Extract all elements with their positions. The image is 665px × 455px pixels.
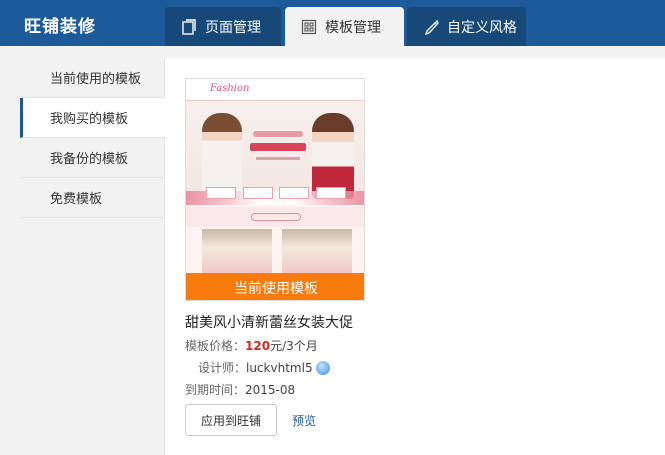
template-expire: 到期时间：2015-08 <box>185 381 295 398</box>
sidebar: 当前使用的模板 我购买的模板 我备份的模板 免费模板 <box>20 58 166 455</box>
price-label: 模板价格： <box>185 339 246 353</box>
price-value: 120 <box>245 339 271 353</box>
sidebar-item-current-template[interactable]: 当前使用的模板 <box>20 58 165 98</box>
template-price: 模板价格：120元/3个月 <box>185 337 318 354</box>
sidebar-item-label: 当前使用的模板 <box>50 72 142 87</box>
preview-link[interactable]: 预览 <box>292 412 316 429</box>
thumbnail-header: Fashion <box>186 79 364 101</box>
grid-icon <box>301 19 317 34</box>
top-bar: 旺铺装修 页面管理 模板管理 自定义风格 <box>0 0 665 46</box>
expire-value: 2015-08 <box>245 383 296 397</box>
template-thumbnail[interactable]: Fashion 当前使用模板 <box>185 78 365 301</box>
sidebar-item-backup-templates[interactable]: 我备份的模板 <box>20 138 165 178</box>
tab-page-management[interactable]: 页面管理 <box>165 7 281 46</box>
thumbnail-buttons <box>206 187 346 207</box>
expire-label: 到期时间： <box>185 383 246 397</box>
tab-template-management[interactable]: 模板管理 <box>285 7 404 46</box>
brush-icon <box>424 19 439 35</box>
tab-label: 自定义风格 <box>447 19 517 36</box>
sidebar-item-label: 我购买的模板 <box>50 112 129 127</box>
designer-label: 设计师： <box>198 361 247 375</box>
tab-custom-style[interactable]: 自定义风格 <box>407 7 526 46</box>
left-gutter <box>0 46 20 455</box>
price-unit: 元/3个月 <box>270 339 318 353</box>
content-top-gap <box>20 46 665 58</box>
thumbnail-banner-text <box>248 131 308 177</box>
thumbnail-photos <box>202 229 352 275</box>
qq-icon[interactable] <box>315 361 330 375</box>
app-title: 旺铺装修 <box>24 17 96 37</box>
sidebar-item-label: 我备份的模板 <box>50 152 129 167</box>
designer-value: luckvhtml5 <box>246 361 313 375</box>
sidebar-item-purchased-templates[interactable]: 我购买的模板 <box>20 98 166 138</box>
tab-label: 模板管理 <box>325 19 381 36</box>
tab-label: 页面管理 <box>205 19 261 36</box>
page-icon <box>182 18 196 35</box>
apply-to-shop-button[interactable]: 应用到旺铺 <box>185 404 277 436</box>
thumbnail-logo: Fashion <box>210 83 250 94</box>
current-template-overlay: 当前使用模板 <box>186 273 364 300</box>
sidebar-item-free-templates[interactable]: 免费模板 <box>20 178 165 218</box>
sidebar-item-label: 免费模板 <box>50 192 103 207</box>
template-designer: 设计师：luckvhtml5 <box>198 359 330 376</box>
template-name: 甜美风小清新蕾丝女装大促 <box>185 315 353 331</box>
thumbnail-section-title <box>186 207 364 227</box>
